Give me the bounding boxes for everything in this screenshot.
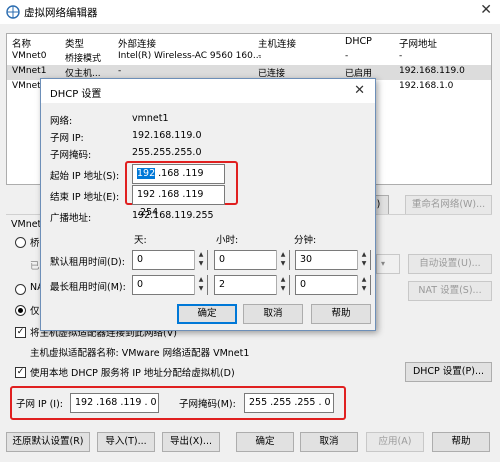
- max-lease-days-value: 0: [137, 279, 144, 290]
- vmnet-info-label: VMnet: [11, 219, 42, 230]
- cell: -: [118, 66, 122, 76]
- subnet-ip-field[interactable]: 192 .168 .119 . 0: [70, 393, 159, 413]
- cell: -: [399, 51, 403, 61]
- bridge-radio[interactable]: [15, 237, 26, 248]
- start-ip-label: 起始 IP 地址(S):: [50, 171, 120, 182]
- help-button[interactable]: 帮助: [432, 432, 490, 452]
- spinner[interactable]: ▲ ▼: [276, 250, 289, 270]
- max-lease-minutes[interactable]: 0 ▲ ▼: [295, 275, 371, 295]
- col-header-external[interactable]: 外部连接: [118, 36, 156, 50]
- use-dhcp-label: 使用本地 DHCP 服务将 IP 地址分配给虚拟机(D): [30, 368, 235, 379]
- apply-button[interactable]: 应用(A): [366, 432, 424, 452]
- dialog-title-bar: DHCP 设置 ✕: [41, 79, 375, 103]
- cancel-button[interactable]: 取消: [300, 432, 358, 452]
- hostonly-radio-label: 仅: [30, 306, 40, 317]
- subnet-mask-label: 子网掩码(M):: [179, 399, 236, 410]
- spinner[interactable]: ▲ ▼: [194, 275, 207, 295]
- subnet-ip-label: 子网 IP:: [50, 133, 84, 144]
- broadcast-label: 广播地址:: [50, 213, 92, 224]
- dialog-ok-button[interactable]: 确定: [177, 304, 237, 324]
- bridge-dropdown-arrow[interactable]: ▾: [376, 254, 400, 274]
- dialog-title: DHCP 设置: [50, 89, 102, 100]
- network-label: 网络:: [50, 116, 73, 127]
- cell: 桥接模式: [65, 54, 102, 64]
- cell: Intel(R) Wireless-AC 9560 160...: [118, 51, 262, 61]
- connect-adapter-checkbox[interactable]: ✓: [15, 327, 26, 338]
- max-lease-label: 最长租用时间(M):: [50, 282, 126, 293]
- start-ip-field[interactable]: 192 .168 .119 .128: [132, 164, 225, 197]
- cell: 192.168.119.0: [399, 66, 465, 76]
- network-value: vmnet1: [132, 113, 169, 124]
- max-lease-days[interactable]: 0 ▲ ▼: [132, 275, 208, 295]
- default-lease-days-value: 0: [137, 254, 144, 265]
- bridge-to-label: 已: [30, 261, 40, 272]
- col-header-dhcp[interactable]: DHCP: [345, 36, 372, 47]
- cell: -: [258, 51, 262, 61]
- end-ip-label: 结束 IP 地址(E):: [50, 192, 120, 203]
- nat-settings-button[interactable]: NAT 设置(S)...: [408, 281, 492, 301]
- broadcast-value: 192.168.119.255: [132, 210, 214, 221]
- default-lease-minutes-value: 30: [300, 254, 313, 265]
- dialog-cancel-button[interactable]: 取消: [243, 304, 303, 324]
- start-ip-selected-octet: 192: [137, 168, 156, 179]
- default-lease-minutes[interactable]: 30 ▲ ▼: [295, 250, 371, 270]
- auto-settings-button[interactable]: 自动设置(U)...: [408, 254, 492, 274]
- app-icon: [6, 5, 20, 19]
- spinner[interactable]: ▲ ▼: [276, 275, 289, 295]
- window-title: 虚拟网络编辑器: [24, 7, 98, 19]
- col-header-host[interactable]: 主机连接: [258, 36, 296, 50]
- ok-button[interactable]: 确定: [236, 432, 294, 452]
- cell: VMnet0: [12, 51, 47, 61]
- rename-network-button[interactable]: 重命名网络(W)...: [405, 195, 492, 215]
- default-lease-label: 默认租用时间(D):: [50, 257, 125, 268]
- spinner[interactable]: ▲ ▼: [357, 250, 370, 270]
- default-lease-hours[interactable]: 0 ▲ ▼: [214, 250, 290, 270]
- export-button[interactable]: 导出(X)...: [162, 432, 220, 452]
- subnet-mask-label: 子网掩码:: [50, 150, 92, 161]
- close-icon[interactable]: ✕: [480, 2, 492, 18]
- default-lease-hours-value: 0: [219, 254, 226, 265]
- dhcp-settings-button[interactable]: DHCP 设置(P)...: [405, 362, 492, 382]
- import-button[interactable]: 导入(T)...: [97, 432, 155, 452]
- col-header-subnet[interactable]: 子网地址: [399, 36, 437, 50]
- dhcp-settings-dialog: DHCP 设置 ✕ 网络: vmnet1 子网 IP: 192.168.119.…: [40, 78, 376, 331]
- hostonly-radio[interactable]: [15, 305, 26, 316]
- subnet-mask-field[interactable]: 255 .255 .255 . 0: [244, 393, 334, 413]
- spinner[interactable]: ▲ ▼: [357, 275, 370, 295]
- max-lease-hours[interactable]: 2 ▲ ▼: [214, 275, 290, 295]
- adapter-name-text: 主机虚拟适配器名称: VMware 网络适配器 VMnet1: [30, 348, 250, 359]
- days-label: 天:: [134, 235, 147, 246]
- minutes-label: 分钟:: [294, 235, 317, 246]
- cell: VMnet1: [12, 66, 47, 76]
- nat-radio[interactable]: [15, 284, 26, 295]
- cell: -: [345, 51, 349, 61]
- subnet-mask-value: 255.255.255.0: [132, 147, 202, 158]
- max-lease-hours-value: 2: [219, 279, 226, 290]
- dialog-help-button[interactable]: 帮助: [311, 304, 371, 324]
- table-row[interactable]: VMnet0 桥接模式 Intel(R) Wireless-AC 9560 16…: [7, 51, 491, 65]
- end-ip-field[interactable]: 192 .168 .119 .254: [132, 185, 225, 218]
- max-lease-minutes-value: 0: [300, 279, 307, 290]
- subnet-ip-value: 192.168.119.0: [132, 130, 202, 141]
- col-header-name[interactable]: 名称: [12, 36, 31, 50]
- col-header-type[interactable]: 类型: [65, 36, 84, 50]
- close-icon[interactable]: ✕: [354, 83, 365, 98]
- cell: 192.168.1.0: [399, 81, 454, 91]
- default-lease-days[interactable]: 0 ▲ ▼: [132, 250, 208, 270]
- spinner[interactable]: ▲ ▼: [194, 250, 207, 270]
- bridge-radio-label: 桥: [30, 238, 40, 249]
- restore-defaults-button[interactable]: 还原默认设置(R): [6, 432, 90, 452]
- use-dhcp-checkbox[interactable]: ✓: [15, 367, 26, 378]
- title-bar: 虚拟网络编辑器 ✕: [0, 0, 500, 24]
- hours-label: 小时:: [216, 235, 239, 246]
- subnet-ip-label: 子网 IP (I):: [16, 399, 63, 410]
